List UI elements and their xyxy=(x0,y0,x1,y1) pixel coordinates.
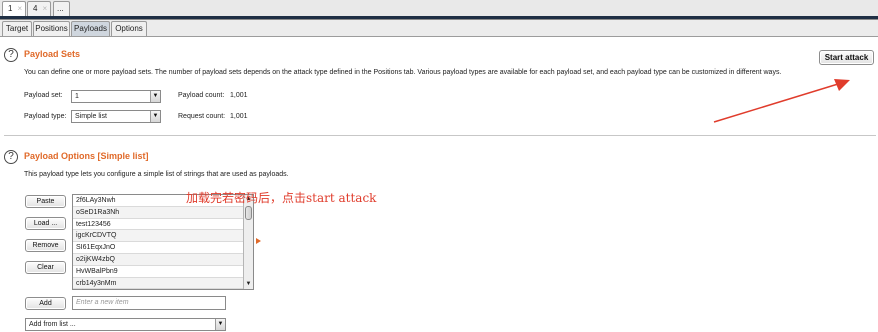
attack-tab-label: ... xyxy=(57,4,64,13)
expand-arrow-icon[interactable] xyxy=(256,238,261,244)
payload-count-label: Payload count: xyxy=(178,92,225,99)
list-scrollbar[interactable]: ▲ ▼ xyxy=(243,195,253,289)
list-item[interactable]: HvWBalPbn9 xyxy=(73,266,253,278)
payload-type-label: Payload type: xyxy=(24,113,67,120)
payload-set-label: Payload set: xyxy=(24,92,63,99)
payload-options-title: Payload Options [Simple list] xyxy=(24,151,149,161)
triangle-down-icon: ▼ xyxy=(215,319,225,330)
arrow-icon xyxy=(713,79,850,123)
list-item[interactable]: igcKrCDVTQ xyxy=(73,230,253,243)
payload-options-description: This payload type lets you configure a s… xyxy=(24,171,289,178)
payload-set-select[interactable]: 1 ▼ xyxy=(71,90,161,103)
payload-type-value: Simple list xyxy=(75,113,107,120)
list-item[interactable]: crb14y3nMm xyxy=(73,277,253,289)
close-icon[interactable]: × xyxy=(42,4,47,13)
add-from-list-value: Add from list ... xyxy=(29,321,76,328)
attack-tab-label: 4 xyxy=(33,4,38,13)
list-item[interactable]: o2ijKW4zbQ xyxy=(73,253,253,266)
attack-tab-1[interactable]: 1 × xyxy=(2,1,26,16)
close-icon[interactable]: × xyxy=(17,4,22,13)
arrow-shaft xyxy=(713,83,839,123)
remove-button[interactable]: Remove xyxy=(25,239,66,252)
triangle-down-icon: ▼ xyxy=(150,111,160,122)
payload-set-value: 1 xyxy=(75,93,79,100)
payload-list[interactable]: 2f6LAy3Nwh oSeD1Ra3Nh test123456 igcKrCD… xyxy=(72,194,254,290)
payload-sets-description: You can define one or more payload sets.… xyxy=(24,69,782,76)
payload-count-value: 1,001 xyxy=(230,92,248,99)
scroll-thumb[interactable] xyxy=(245,206,252,220)
tab-target[interactable]: Target xyxy=(2,21,32,36)
help-icon[interactable]: ? xyxy=(4,150,18,164)
annotation-text: 加载完若密码后，点击start attack xyxy=(186,191,377,205)
attack-tab-strip xyxy=(0,0,878,17)
load-button[interactable]: Load ... xyxy=(25,217,66,230)
add-button[interactable]: Add xyxy=(25,297,66,310)
payload-sets-title: Payload Sets xyxy=(24,49,81,59)
list-item[interactable]: SI61EqxJnO xyxy=(73,242,253,254)
tab-options[interactable]: Options xyxy=(111,21,147,36)
list-item[interactable]: oSeD1Ra3Nh xyxy=(73,206,253,219)
start-attack-button[interactable]: Start attack xyxy=(819,50,874,65)
attack-tab-label: 1 xyxy=(8,4,13,13)
help-icon[interactable]: ? xyxy=(4,48,18,62)
attack-tab-4[interactable]: 4 × xyxy=(27,1,51,16)
paste-button[interactable]: Paste xyxy=(25,195,66,208)
request-count-label: Request count: xyxy=(178,113,226,120)
tab-positions[interactable]: Positions xyxy=(33,21,70,36)
add-from-list-select[interactable]: Add from list ... ▼ xyxy=(25,318,226,331)
attack-tab-new[interactable]: ... xyxy=(53,1,70,16)
new-item-input[interactable]: Enter a new item xyxy=(72,296,226,310)
triangle-down-icon[interactable]: ▼ xyxy=(244,280,253,289)
tab-payloads[interactable]: Payloads xyxy=(71,21,110,36)
payload-type-select[interactable]: Simple list ▼ xyxy=(71,110,161,123)
clear-button[interactable]: Clear xyxy=(25,261,66,274)
section-divider xyxy=(4,135,876,136)
triangle-down-icon: ▼ xyxy=(150,91,160,102)
request-count-value: 1,001 xyxy=(230,113,248,120)
list-item[interactable]: test123456 xyxy=(73,219,253,231)
